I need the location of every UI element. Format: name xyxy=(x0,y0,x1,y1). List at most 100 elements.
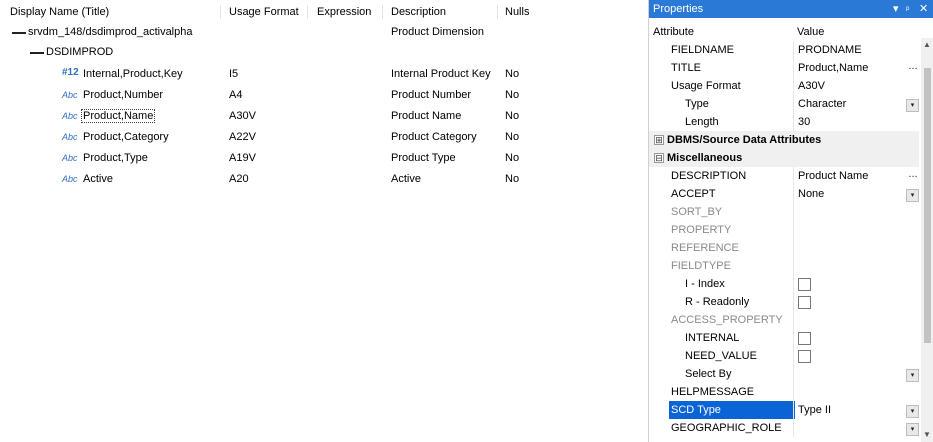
property-value[interactable]: Product Name... xyxy=(793,167,920,185)
tree-line xyxy=(30,52,44,54)
tree-field-row[interactable]: Abc Product,Category A22V Product Catego… xyxy=(0,127,640,148)
column-header-nulls[interactable]: Nulls xyxy=(505,4,529,20)
property-row[interactable]: DESCRIPTION Product Name... xyxy=(649,167,919,185)
properties-panel: Properties ▾ ᵖ ✕ Attribute Value FIELDNA… xyxy=(648,0,933,442)
column-divider[interactable] xyxy=(307,5,308,19)
property-name: R - Readonly xyxy=(685,296,750,308)
dropdown-arrow-icon[interactable]: ▾ xyxy=(906,99,919,112)
column-divider[interactable] xyxy=(497,5,498,19)
tree-field-row[interactable]: Abc Active A20 Active No xyxy=(0,169,640,190)
property-value[interactable] xyxy=(793,203,920,221)
property-value[interactable] xyxy=(793,221,920,239)
property-row[interactable]: SCD Type Type II ▾ xyxy=(649,401,919,419)
property-name: DESCRIPTION xyxy=(671,170,747,182)
property-category[interactable]: ⊞ DBMS/Source Data Attributes xyxy=(649,131,919,149)
field-format: A20 xyxy=(229,173,249,185)
property-row[interactable]: Type Character ▾ xyxy=(649,95,919,113)
property-value[interactable]: ▾ xyxy=(793,419,920,437)
property-value[interactable]: Character ▾ xyxy=(793,95,920,113)
property-value[interactable]: A30V xyxy=(793,77,920,95)
property-value[interactable] xyxy=(793,311,920,329)
property-value-text: None xyxy=(798,188,825,200)
expand-toggle-icon[interactable]: ⊟ xyxy=(654,153,664,163)
property-checkbox[interactable] xyxy=(798,332,811,345)
column-divider[interactable] xyxy=(382,5,383,19)
column-divider[interactable] xyxy=(220,5,221,19)
field-nulls: No xyxy=(505,89,520,101)
property-value[interactable]: ▾ xyxy=(793,365,920,383)
panel-menu-dropdown-icon[interactable]: ▾ xyxy=(893,0,899,18)
property-value[interactable]: Type II ▾ xyxy=(793,401,920,419)
column-header-description[interactable]: Description xyxy=(391,4,446,20)
column-header-usage-format[interactable]: Usage Format xyxy=(229,4,299,20)
tree-field-row[interactable]: Abc Product,Type A19V Product Type No xyxy=(0,148,640,169)
ellipsis-button[interactable]: ... xyxy=(906,167,920,185)
selected-field-label[interactable]: Product,Name xyxy=(81,109,156,123)
property-value[interactable] xyxy=(793,275,920,293)
property-value[interactable] xyxy=(793,329,920,347)
property-value[interactable]: Product,Name... xyxy=(793,59,920,77)
alpha-field-icon: Abc xyxy=(62,174,78,184)
property-checkbox[interactable] xyxy=(798,278,811,291)
column-header-expression[interactable]: Expression xyxy=(317,4,371,20)
ellipsis-button[interactable]: ... xyxy=(906,59,920,77)
pin-icon[interactable]: ᵖ xyxy=(906,0,909,18)
property-category[interactable]: ⊟ Miscellaneous xyxy=(649,149,919,167)
property-value[interactable] xyxy=(793,347,920,365)
property-row[interactable]: FIELDTYPE xyxy=(649,257,919,275)
property-row[interactable]: Select By ▾ xyxy=(649,365,919,383)
property-value[interactable]: PRODNAME xyxy=(793,41,920,59)
tree-segment-node[interactable]: DSDIMPROD xyxy=(0,42,640,63)
property-value[interactable] xyxy=(793,257,920,275)
alpha-field-icon: Abc xyxy=(62,111,78,121)
property-row[interactable]: PROPERTY xyxy=(649,221,919,239)
dropdown-arrow-icon[interactable]: ▾ xyxy=(906,189,919,202)
dropdown-arrow-icon[interactable]: ▾ xyxy=(906,405,919,418)
expand-toggle-icon[interactable]: ⊞ xyxy=(654,135,664,145)
field-nulls: No xyxy=(505,152,520,164)
properties-scrollbar[interactable]: ▲ ▼ xyxy=(921,38,933,442)
property-name: Miscellaneous xyxy=(667,152,743,164)
property-row[interactable]: GEOGRAPHIC_ROLE ▾ xyxy=(649,419,919,437)
property-value[interactable] xyxy=(793,239,920,257)
property-name: PROPERTY xyxy=(671,224,732,236)
property-value-text: 30 xyxy=(798,116,811,128)
property-checkbox[interactable] xyxy=(798,296,811,309)
tree-field-row[interactable]: #12 Internal,Product,Key I5 Internal Pro… xyxy=(0,64,640,85)
scroll-down-arrow-icon[interactable]: ▼ xyxy=(923,430,931,439)
property-row[interactable]: ACCESS_PROPERTY xyxy=(649,311,919,329)
property-row[interactable]: HELPMESSAGE xyxy=(649,383,919,401)
property-row[interactable]: REFERENCE xyxy=(649,239,919,257)
property-checkbox[interactable] xyxy=(798,350,811,363)
dropdown-arrow-icon[interactable]: ▾ xyxy=(906,369,919,382)
property-row[interactable]: TITLE Product,Name... xyxy=(649,59,919,77)
property-row[interactable]: INTERNAL xyxy=(649,329,919,347)
tree-root-node[interactable]: srvdm_148/dsdimprod_activalpha Product D… xyxy=(0,22,640,43)
property-row[interactable]: SORT_BY xyxy=(649,203,919,221)
property-row[interactable]: R - Readonly xyxy=(649,293,919,311)
property-row[interactable]: ACCEPT None ▾ xyxy=(649,185,919,203)
property-value[interactable]: 30 xyxy=(793,113,920,131)
property-value[interactable] xyxy=(793,293,920,311)
property-row[interactable]: I - Index xyxy=(649,275,919,293)
dropdown-arrow-icon[interactable]: ▾ xyxy=(906,423,919,436)
property-row[interactable]: Usage Format A30V xyxy=(649,77,919,95)
property-value[interactable] xyxy=(793,383,920,401)
property-row[interactable]: FIELDNAME PRODNAME xyxy=(649,41,919,59)
properties-title-bar: Properties ▾ ᵖ ✕ xyxy=(649,0,933,18)
tree-line xyxy=(12,32,26,34)
property-name: SCD Type xyxy=(669,401,795,419)
property-value[interactable]: None ▾ xyxy=(793,185,920,203)
field-label: Product,Type xyxy=(83,152,148,164)
tree-field-row-selected[interactable]: Abc Product,Name A30V Product Name No xyxy=(0,106,640,127)
property-name: SORT_BY xyxy=(671,206,723,218)
scrollbar-thumb[interactable] xyxy=(924,68,931,343)
property-row[interactable]: Length 30 xyxy=(649,113,919,131)
column-header-display-name[interactable]: Display Name (Title) xyxy=(10,4,109,20)
property-name: I - Index xyxy=(685,278,725,290)
scroll-up-arrow-icon[interactable]: ▲ xyxy=(923,40,931,49)
field-description: Product Name xyxy=(391,110,462,122)
property-row[interactable]: NEED_VALUE xyxy=(649,347,919,365)
close-icon[interactable]: ✕ xyxy=(919,0,928,18)
tree-field-row[interactable]: Abc Product,Number A4 Product Number No xyxy=(0,85,640,106)
